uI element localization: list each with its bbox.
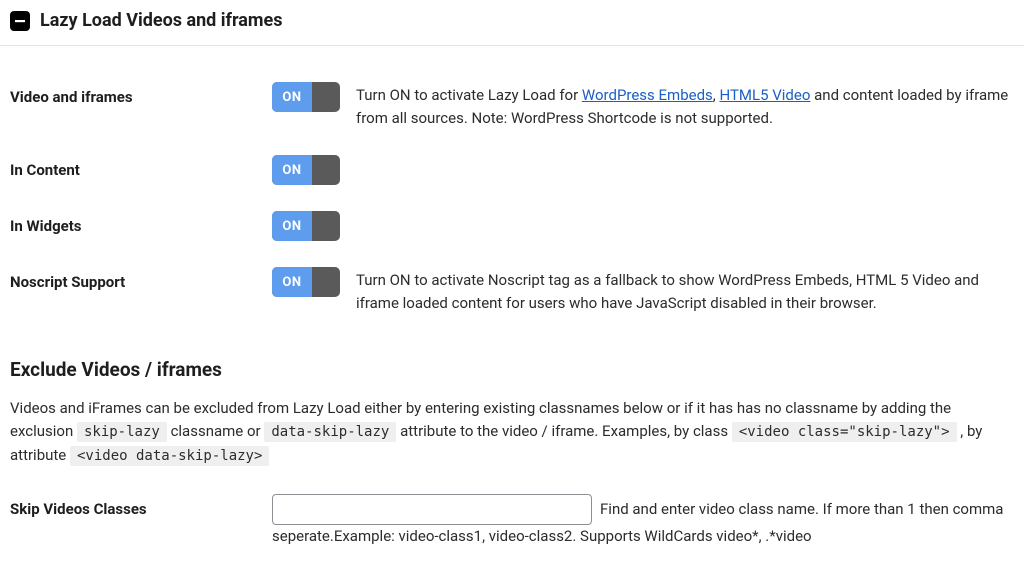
- toggle-in-content[interactable]: ON: [272, 155, 340, 185]
- toggle-off-side: [312, 267, 340, 297]
- label-in-widgets: In Widgets: [10, 211, 272, 235]
- link-wordpress-embeds[interactable]: WordPress Embeds: [582, 86, 713, 104]
- settings-body: Video and iframes ON Turn ON to activate…: [0, 46, 1024, 567]
- skip-classes-desc-line2: seperate.Example: video-class1, video-cl…: [272, 525, 1014, 548]
- row-in-widgets: In Widgets ON: [10, 185, 1014, 241]
- toggle-off-side: [312, 82, 340, 112]
- toggle-noscript[interactable]: ON: [272, 267, 340, 297]
- row-skip-classes: Skip Videos Classes Find and enter video…: [10, 468, 1014, 548]
- desc-text: classname or: [171, 422, 265, 440]
- toggle-on-label: ON: [272, 267, 312, 297]
- row-video-iframes: Video and iframes ON Turn ON to activate…: [10, 56, 1014, 129]
- toggle-on-label: ON: [272, 82, 312, 112]
- desc-video-iframes: Turn ON to activate Lazy Load for WordPr…: [356, 82, 1014, 129]
- label-video-iframes: Video and iframes: [10, 82, 272, 106]
- desc-text: attribute to the video / iframe. Example…: [400, 422, 732, 440]
- toggle-on-label: ON: [272, 155, 312, 185]
- collapse-icon[interactable]: [10, 11, 30, 31]
- panel-title: Lazy Load Videos and iframes: [40, 10, 283, 31]
- label-noscript: Noscript Support: [10, 267, 272, 291]
- toggle-on-label: ON: [272, 211, 312, 241]
- toggle-off-side: [312, 211, 340, 241]
- code-skip-lazy: skip-lazy: [77, 422, 167, 442]
- label-in-content: In Content: [10, 155, 272, 179]
- code-data-skip-lazy: data-skip-lazy: [264, 422, 396, 442]
- toggle-in-widgets[interactable]: ON: [272, 211, 340, 241]
- toggle-video-iframes[interactable]: ON: [272, 82, 340, 112]
- link-html5-video[interactable]: HTML5 Video: [719, 86, 810, 104]
- toggle-off-side: [312, 155, 340, 185]
- desc-text: Turn ON to activate Lazy Load for: [356, 86, 582, 104]
- exclude-title: Exclude Videos / iframes: [10, 358, 1014, 381]
- label-skip-classes: Skip Videos Classes: [10, 494, 272, 518]
- desc-noscript: Turn ON to activate Noscript tag as a fa…: [356, 267, 1014, 314]
- exclude-desc: Videos and iFrames can be excluded from …: [10, 397, 1014, 468]
- panel-header: Lazy Load Videos and iframes: [0, 0, 1024, 46]
- code-video-attr: <video data-skip-lazy>: [70, 446, 269, 466]
- code-video-class: <video class="skip-lazy">: [732, 422, 957, 442]
- skip-classes-desc-line1: Find and enter video class name. If more…: [600, 494, 1003, 521]
- row-noscript: Noscript Support ON Turn ON to activate …: [10, 241, 1014, 314]
- skip-videos-classes-input[interactable]: [272, 494, 592, 525]
- row-in-content: In Content ON: [10, 129, 1014, 185]
